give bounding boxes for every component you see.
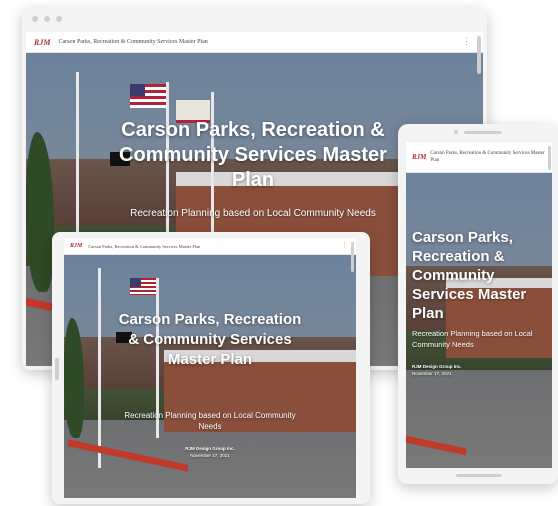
dots-vertical-icon[interactable]: ⋮ — [462, 36, 471, 47]
site-header: RJM Carson Parks, Recreation & Community… — [26, 32, 483, 53]
us-flag — [130, 84, 166, 108]
maximize-dot-icon[interactable] — [56, 16, 62, 22]
hero-date: November 17, 2021 — [412, 371, 452, 376]
phone-mockup: RJM Carson Parks, Recreation & Community… — [398, 124, 558, 484]
phone-home-bar — [456, 474, 502, 477]
site-header: RJM Carson Parks, Recreation & Community… — [64, 238, 356, 255]
site-title[interactable]: Carson Parks, Recreation & Community Ser… — [88, 244, 200, 249]
site-logo[interactable]: RJM — [70, 243, 82, 249]
site-header: RJM Carson Parks, Recreation & Community… — [406, 142, 552, 173]
tablet-screen: RJM Carson Parks, Recreation & Community… — [64, 238, 356, 498]
hero-subtitle: Recreation Planning based on Local Commu… — [412, 329, 533, 349]
hero-title: Carson Parks, Recreation & Community Ser… — [119, 119, 387, 191]
phone-screen: RJM Carson Parks, Recreation & Community… — [406, 142, 552, 468]
site-title[interactable]: Carson Parks, Recreation & Community Ser… — [430, 150, 548, 164]
site-logo[interactable]: RJM — [412, 153, 426, 161]
hero-subtitle: Recreation Planning based on Local Commu… — [124, 411, 296, 431]
dots-vertical-icon[interactable]: ⋮ — [341, 241, 348, 249]
hero-author: RJM Design Group Inc. — [185, 446, 235, 451]
us-flag — [130, 278, 156, 295]
window-controls — [32, 16, 62, 22]
phone-camera — [454, 130, 458, 134]
close-dot-icon[interactable] — [32, 16, 38, 22]
flag-pole — [98, 268, 101, 468]
site-logo[interactable]: RJM — [34, 38, 50, 47]
hero-subtitle: Recreation Planning based on Local Commu… — [130, 208, 376, 219]
site-title[interactable]: Carson Parks, Recreation & Community Ser… — [58, 39, 207, 45]
scrollbar[interactable] — [351, 242, 354, 272]
tablet-home-indicator — [55, 358, 59, 380]
scrollbar[interactable] — [477, 36, 481, 74]
phone-speaker — [464, 131, 502, 134]
hero-author: RJM Design Group Inc. — [412, 364, 462, 369]
tablet-mockup: RJM Carson Parks, Recreation & Community… — [52, 232, 370, 504]
hero-title: Carson Parks, Recreation & Community Ser… — [412, 229, 527, 322]
hero-title: Carson Parks, Recreation & Community Ser… — [118, 311, 302, 368]
scrollbar[interactable] — [548, 146, 551, 170]
hero-date: November 17, 2021 — [190, 453, 230, 458]
minimize-dot-icon[interactable] — [44, 16, 50, 22]
